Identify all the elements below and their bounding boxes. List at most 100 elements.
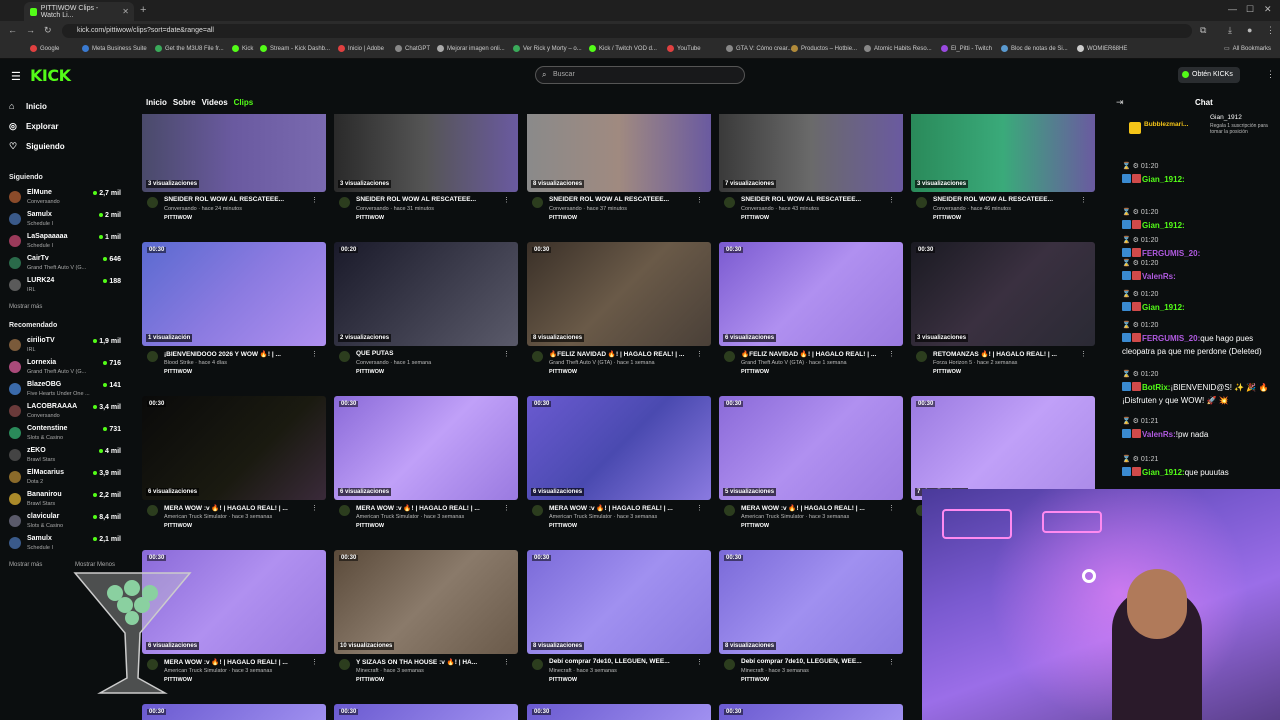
clip-thumbnail[interactable]: 00:30 6 visualizaciones	[334, 396, 518, 500]
clip-card[interactable]: 7 visualizaciones SNEIDER ROL WOW AL RESC…	[719, 88, 903, 238]
bookmark-item[interactable]: Bloc de notas de Si...	[1001, 45, 1068, 52]
clip-options-icon[interactable]: ⋮	[888, 196, 895, 204]
sidebar-channel[interactable]: cirilioTV IRL 1,9 mil	[9, 337, 121, 359]
back-icon[interactable]: ←	[8, 25, 17, 35]
clip-channel[interactable]: PITTIWOW	[549, 369, 577, 375]
clip-thumbnail[interactable]: 00:30	[334, 704, 518, 720]
clip-options-icon[interactable]: ⋮	[888, 504, 895, 512]
clip-thumbnail[interactable]: 00:30 8 visualizaciones	[527, 550, 711, 654]
collapse-chat-icon[interactable]: ⇥	[1116, 97, 1124, 108]
clip-thumbnail[interactable]: 00:30 8 visualizaciones	[719, 550, 903, 654]
close-window-icon[interactable]: ✕	[1264, 4, 1272, 15]
chat-username[interactable]: BotRix:	[1142, 383, 1170, 392]
clip-options-icon[interactable]: ⋮	[503, 504, 510, 512]
sidebar-channel[interactable]: ElMacarius Dota 2 3,9 mil	[9, 469, 121, 491]
chat-username[interactable]: Gian_1912:	[1142, 303, 1185, 312]
bookmark-item[interactable]: WOMIER68HE	[1077, 45, 1127, 52]
chat-username[interactable]: FERGUMIS_20:	[1142, 334, 1200, 343]
sidebar-channel[interactable]: LaSapaaaaa Schedule I 1 mil	[9, 233, 121, 255]
channel-avatar[interactable]	[339, 505, 350, 516]
clip-thumbnail[interactable]: 00:30 1 visualización	[142, 242, 326, 346]
clip-card[interactable]: 00:30 8 visualizaciones 🔥FELIZ NAVIDAD 🔥! …	[527, 242, 711, 392]
clip-title[interactable]: MERA WOW :v 🔥! | HAGALO REAL! | ...	[164, 504, 314, 512]
clip-card[interactable]: 00:30 3 visualizaciones RETOMANZAS 🔥! | HA…	[911, 242, 1095, 392]
profile-avatar[interactable]: ●	[1247, 25, 1252, 35]
clip-thumbnail[interactable]: 00:307 visualizaciones	[911, 396, 1095, 500]
show-more-recommended[interactable]: Mostrar más	[9, 562, 42, 568]
clip-channel[interactable]: PITTIWOW	[164, 523, 192, 529]
clip-channel[interactable]: PITTIWOW	[741, 369, 769, 375]
clip-card[interactable]: 00:30 8 visualizaciones Debí comprar 7de10…	[719, 550, 903, 700]
clip-title[interactable]: SNEIDER ROL WOW AL RESCATEEE...	[933, 196, 1083, 203]
sidebar-channel[interactable]: clavicular Slots & Casino 8,4 mil	[9, 513, 121, 535]
clip-options-icon[interactable]: ⋮	[503, 658, 510, 666]
clip-thumbnail[interactable]: 8 visualizaciones	[527, 114, 711, 192]
clip-channel[interactable]: PITTIWOW	[741, 215, 769, 221]
clip-card[interactable]: 00:30 6 visualizaciones MERA WOW :v 🔥! | H…	[142, 396, 326, 546]
bookmark-item[interactable]: ChatGPT	[395, 45, 430, 52]
bookmark-item[interactable]: Get the M3U8 File fr...	[155, 45, 224, 52]
sidebar-channel[interactable]: CairTv Grand Theft Auto V (G... 646	[9, 255, 121, 277]
clip-card[interactable]: 00:30 6 visualizaciones 🔥FELIZ NAVIDAD 🔥! …	[719, 242, 903, 392]
sidebar-nav-explorar[interactable]: ◎ Explorar	[9, 121, 58, 132]
sidebar-channel[interactable]: Lornexia Grand Theft Auto V (G... 716	[9, 359, 121, 381]
clip-thumbnail[interactable]: 7 visualizaciones	[719, 114, 903, 192]
chat-username[interactable]: Gian_1912:	[1142, 175, 1185, 184]
clip-title[interactable]: ¡BIENVENIDOOO 2026 Y WOW 🔥! | ...	[164, 350, 314, 358]
clip-title[interactable]: MERA WOW :v 🔥! | HAGALO REAL! | ...	[741, 504, 891, 512]
clip-channel[interactable]: PITTIWOW	[549, 523, 577, 529]
sidebar-channel[interactable]: LURK24 IRL 188	[9, 277, 121, 299]
clip-options-icon[interactable]: ⋮	[696, 658, 703, 666]
bookmark-item[interactable]: Kick / Twitch VOD d...	[589, 45, 657, 52]
bookmark-item[interactable]: Meta Business Suite	[82, 45, 147, 52]
clip-options-icon[interactable]: ⋮	[696, 350, 703, 358]
channel-avatar[interactable]	[724, 659, 735, 670]
bookmark-item[interactable]: Inicio | Adobe	[338, 45, 384, 52]
clip-title[interactable]: SNEIDER ROL WOW AL RESCATEEE...	[549, 196, 699, 203]
clip-title[interactable]: RETOMANZAS 🔥! | HAGALO REAL! | ...	[933, 350, 1083, 358]
bookmark-item[interactable]: Ver Rick y Morty – o...	[513, 45, 582, 52]
sidebar-channel[interactable]: Contenstine Slots & Casino 731	[9, 425, 121, 447]
channel-avatar[interactable]	[724, 505, 735, 516]
clip-card[interactable]: 00:30 1 visualización ¡BIENVENIDOOO 2026 Y…	[142, 242, 326, 392]
clip-title[interactable]: 🔥FELIZ NAVIDAD 🔥! | HAGALO REAL! | ...	[549, 350, 699, 358]
clip-options-icon[interactable]: ⋮	[311, 196, 318, 204]
clip-channel[interactable]: PITTIWOW	[741, 523, 769, 529]
clip-card[interactable]: 00:30 6 visualizaciones MERA WOW :v 🔥! | H…	[527, 396, 711, 546]
bookmark-item[interactable]: Stream - Kick Dashb...	[260, 45, 330, 52]
browser-menu-icon[interactable]: ⋮	[1266, 25, 1275, 36]
clip-card[interactable]: 3 visualizaciones SNEIDER ROL WOW AL RESC…	[334, 88, 518, 238]
clip-thumbnail[interactable]: 00:30 5 visualizaciones	[719, 396, 903, 500]
clip-options-icon[interactable]: ⋮	[503, 350, 510, 358]
bookmark-item[interactable]: Google	[30, 45, 59, 52]
clip-thumbnail[interactable]: 00:30 6 visualizaciones	[527, 396, 711, 500]
more-options-icon[interactable]: ⋮	[1266, 69, 1275, 80]
clip-thumbnail[interactable]: 00:30	[527, 704, 711, 720]
sidebar-channel[interactable]: Samulx Schedule I 2 mil	[9, 211, 121, 233]
sidebar-channel[interactable]: Bananirou Brawl Stars 2,2 mil	[9, 491, 121, 513]
bookmark-item[interactable]: Kick	[232, 45, 253, 52]
bookmark-item[interactable]: Mejorar imagen onli...	[437, 45, 505, 52]
channel-avatar[interactable]	[532, 351, 543, 362]
clip-title[interactable]: Y SIZAAS ON THA HOUSE :v 🔥! | HA...	[356, 658, 506, 666]
clip-card[interactable]: 3 visualizaciones SNEIDER ROL WOW AL RESC…	[142, 88, 326, 238]
clip-options-icon[interactable]: ⋮	[1080, 196, 1087, 204]
clip-channel[interactable]: PITTIWOW	[356, 215, 384, 221]
clip-channel[interactable]: PITTIWOW	[164, 369, 192, 375]
clip-title[interactable]: Debí comprar 7de10, LLEGUEN, WEE...	[741, 658, 891, 665]
clip-options-icon[interactable]: ⋮	[888, 658, 895, 666]
clip-thumbnail[interactable]: 00:30	[719, 704, 903, 720]
clip-options-icon[interactable]: ⋮	[311, 504, 318, 512]
clip-card[interactable]: 00:20 2 visualizaciones QUE PUTAS Conversan…	[334, 242, 518, 392]
clip-title[interactable]: MERA WOW :v 🔥! | HAGALO REAL! | ...	[549, 504, 699, 512]
clip-options-icon[interactable]: ⋮	[503, 196, 510, 204]
obtain-kicks-button[interactable]: Obtén KICKs	[1178, 67, 1240, 83]
clip-channel[interactable]: PITTIWOW	[164, 215, 192, 221]
sidebar-channel[interactable]: ElMune Conversando 2,7 mil	[9, 189, 121, 211]
clip-channel[interactable]: PITTIWOW	[741, 677, 769, 683]
chat-username[interactable]: Gian_1912:	[1142, 468, 1185, 477]
sidebar-channel[interactable]: LACOBRAAAA Conversando 3,4 mil	[9, 403, 121, 425]
channel-avatar[interactable]	[532, 505, 543, 516]
bookmark-item[interactable]: Atomic Habits Reso...	[864, 45, 932, 52]
clip-title[interactable]: Debí comprar 7de10, LLEGUEN, WEE...	[549, 658, 699, 665]
